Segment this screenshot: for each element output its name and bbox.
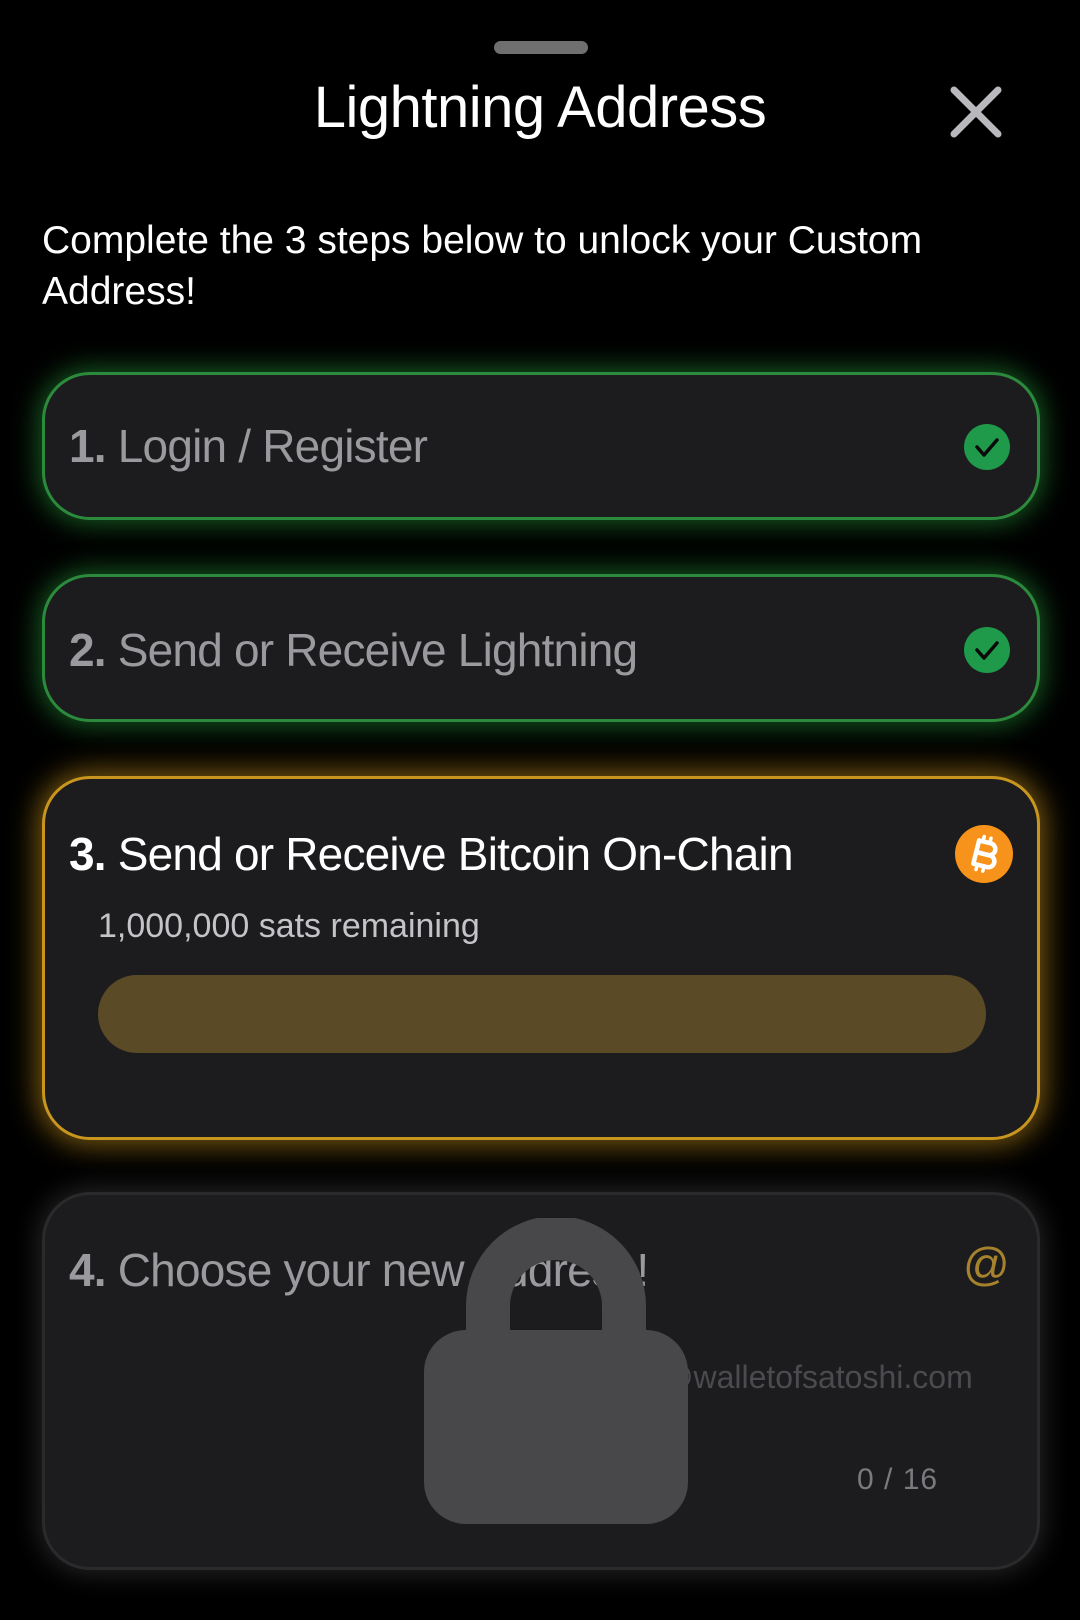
step-text: Send or Receive Lightning [117,624,638,676]
check-circle-icon [964,424,1010,470]
step-text: Login / Register [117,420,428,472]
step-number: 1. [69,420,107,472]
step-card-lightning[interactable]: 2. Send or Receive Lightning [42,574,1040,722]
address-domain: @walletofsatoshi.com [661,1359,973,1395]
sats-remaining: 1,000,000 sats remaining [98,907,480,945]
at-sign-icon: @ [963,1238,1010,1290]
drag-handle[interactable] [494,41,588,54]
close-button[interactable] [948,84,1004,140]
sheet-title: Lightning Address [313,75,767,140]
step-label-lightning: 2. Send or Receive Lightning [69,623,638,677]
step-text: Send or Receive Bitcoin On-Chain [117,828,794,880]
intro-text: Complete the 3 steps below to unlock you… [42,219,923,313]
step-card-onchain[interactable]: 3. Send or Receive Bitcoin On-Chain 1,00… [42,776,1040,1140]
check-circle-icon [964,627,1010,673]
lock-icon [424,1218,688,1524]
bitcoin-icon [955,825,1013,883]
close-icon [950,86,1002,138]
step-label-onchain: 3. Send or Receive Bitcoin On-Chain [69,827,794,881]
char-counter: 0 / 16 [857,1463,939,1496]
step-number: 4. [69,1244,107,1296]
step-number: 2. [69,624,107,676]
step-number: 3. [69,828,107,880]
onchain-progress-bar [98,975,986,1053]
step-label-login: 1. Login / Register [69,419,428,473]
step-card-login[interactable]: 1. Login / Register [42,372,1040,520]
